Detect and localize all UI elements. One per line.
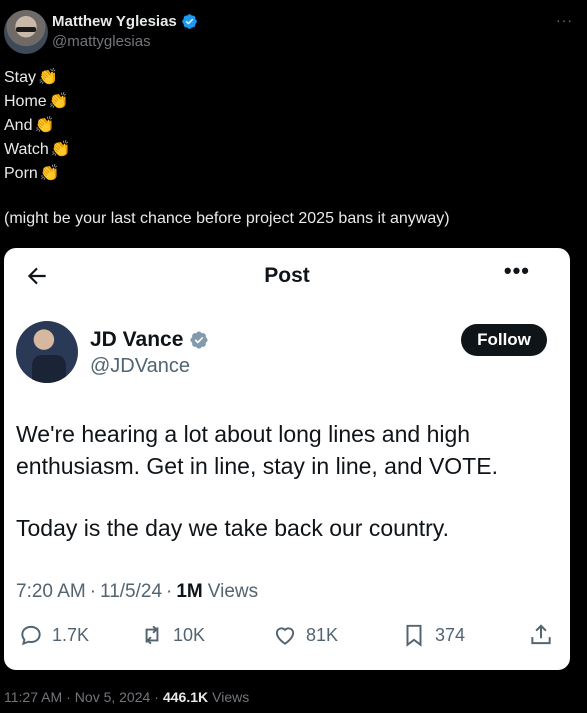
- reply-icon: [21, 625, 41, 646]
- quoted-post-meta: 7:20 AM · 11/5/24 · 1M Views: [16, 581, 258, 603]
- more-options-icon[interactable]: •••: [504, 258, 530, 284]
- bookmark-button[interactable]: 374: [401, 622, 465, 648]
- heart-icon: [275, 627, 295, 645]
- reply-count: 1.7K: [52, 624, 90, 645]
- like-button[interactable]: 81K: [272, 622, 338, 648]
- post-date[interactable]: 11/5/24: [100, 581, 162, 603]
- share-button[interactable]: [528, 622, 554, 648]
- separator: ·: [89, 581, 97, 602]
- clapping-hands-emoji: 👏: [39, 165, 60, 182]
- repost-icon: [145, 625, 159, 645]
- verified-badge-icon: [182, 14, 197, 29]
- quoted-author-name[interactable]: JD Vance: [90, 328, 183, 352]
- post-header: Post •••: [4, 248, 570, 304]
- separator: ·: [154, 689, 159, 705]
- quoted-post-text: We're hearing a lot about long lines and…: [16, 418, 556, 544]
- post-date[interactable]: Nov 5, 2024: [75, 689, 151, 705]
- separator: ·: [166, 581, 173, 602]
- quoted-paragraph: Today is the day we take back our countr…: [16, 515, 449, 541]
- post-time[interactable]: 11:27 AM: [4, 689, 62, 705]
- bookmark-icon: [406, 624, 422, 647]
- quoted-post-image[interactable]: Post ••• JD Vance @JDVance Follow We're …: [4, 248, 570, 670]
- tweet-line: Porn 👏: [4, 165, 60, 182]
- clapping-hands-emoji: 👏: [34, 117, 55, 134]
- bookmark-count: 374: [435, 624, 466, 645]
- tweet-line: And 👏: [4, 117, 55, 134]
- more-options-icon[interactable]: ···: [556, 12, 573, 28]
- post-title: Post: [264, 264, 310, 287]
- action-bar: 1.7K 10K 81K 374: [4, 622, 570, 652]
- repost-count: 10K: [173, 624, 206, 645]
- quoted-paragraph: We're hearing a lot about long lines and…: [16, 421, 498, 479]
- author-name[interactable]: Matthew Yglesias: [52, 13, 177, 30]
- verified-badge-icon: [190, 331, 208, 349]
- tweet-note: (might be your last chance before projec…: [4, 210, 450, 227]
- tweet-line: Home 👏: [4, 93, 69, 110]
- views-label: Views: [207, 581, 259, 602]
- repost-button[interactable]: 10K: [139, 622, 205, 648]
- like-count: 81K: [306, 624, 339, 645]
- clapping-hands-emoji: 👏: [50, 141, 71, 158]
- share-icon: [531, 624, 551, 645]
- tweet-line: Stay 👏: [4, 69, 58, 86]
- clapping-hands-emoji: 👏: [48, 93, 69, 110]
- clapping-hands-emoji: 👏: [38, 69, 58, 86]
- views-count: 1M: [176, 581, 203, 602]
- tweet-header: Matthew Yglesias @mattyglesias ···: [4, 10, 583, 54]
- author-name-row: Matthew Yglesias: [52, 13, 198, 30]
- avatar[interactable]: [4, 10, 48, 54]
- author-handle[interactable]: @mattyglesias: [52, 33, 151, 50]
- views-label: Views: [212, 689, 250, 705]
- follow-button[interactable]: Follow: [461, 324, 547, 356]
- separator: ·: [66, 689, 71, 705]
- post-time[interactable]: 7:20 AM: [16, 581, 86, 603]
- quoted-author-handle[interactable]: @JDVance: [90, 355, 190, 378]
- views-count: 446.1K: [162, 689, 209, 705]
- quoted-name-row: JD Vance: [90, 328, 209, 352]
- avatar[interactable]: [16, 321, 78, 383]
- tweet-line: Watch 👏: [4, 141, 71, 158]
- tweet-meta: 11:27 AM · Nov 5, 2024 · 446.1K Views: [4, 689, 249, 705]
- reply-button[interactable]: 1.7K: [18, 622, 89, 648]
- tweet-text: Stay 👏 Home 👏 And 👏 Watch 👏 Porn 👏: [4, 66, 71, 186]
